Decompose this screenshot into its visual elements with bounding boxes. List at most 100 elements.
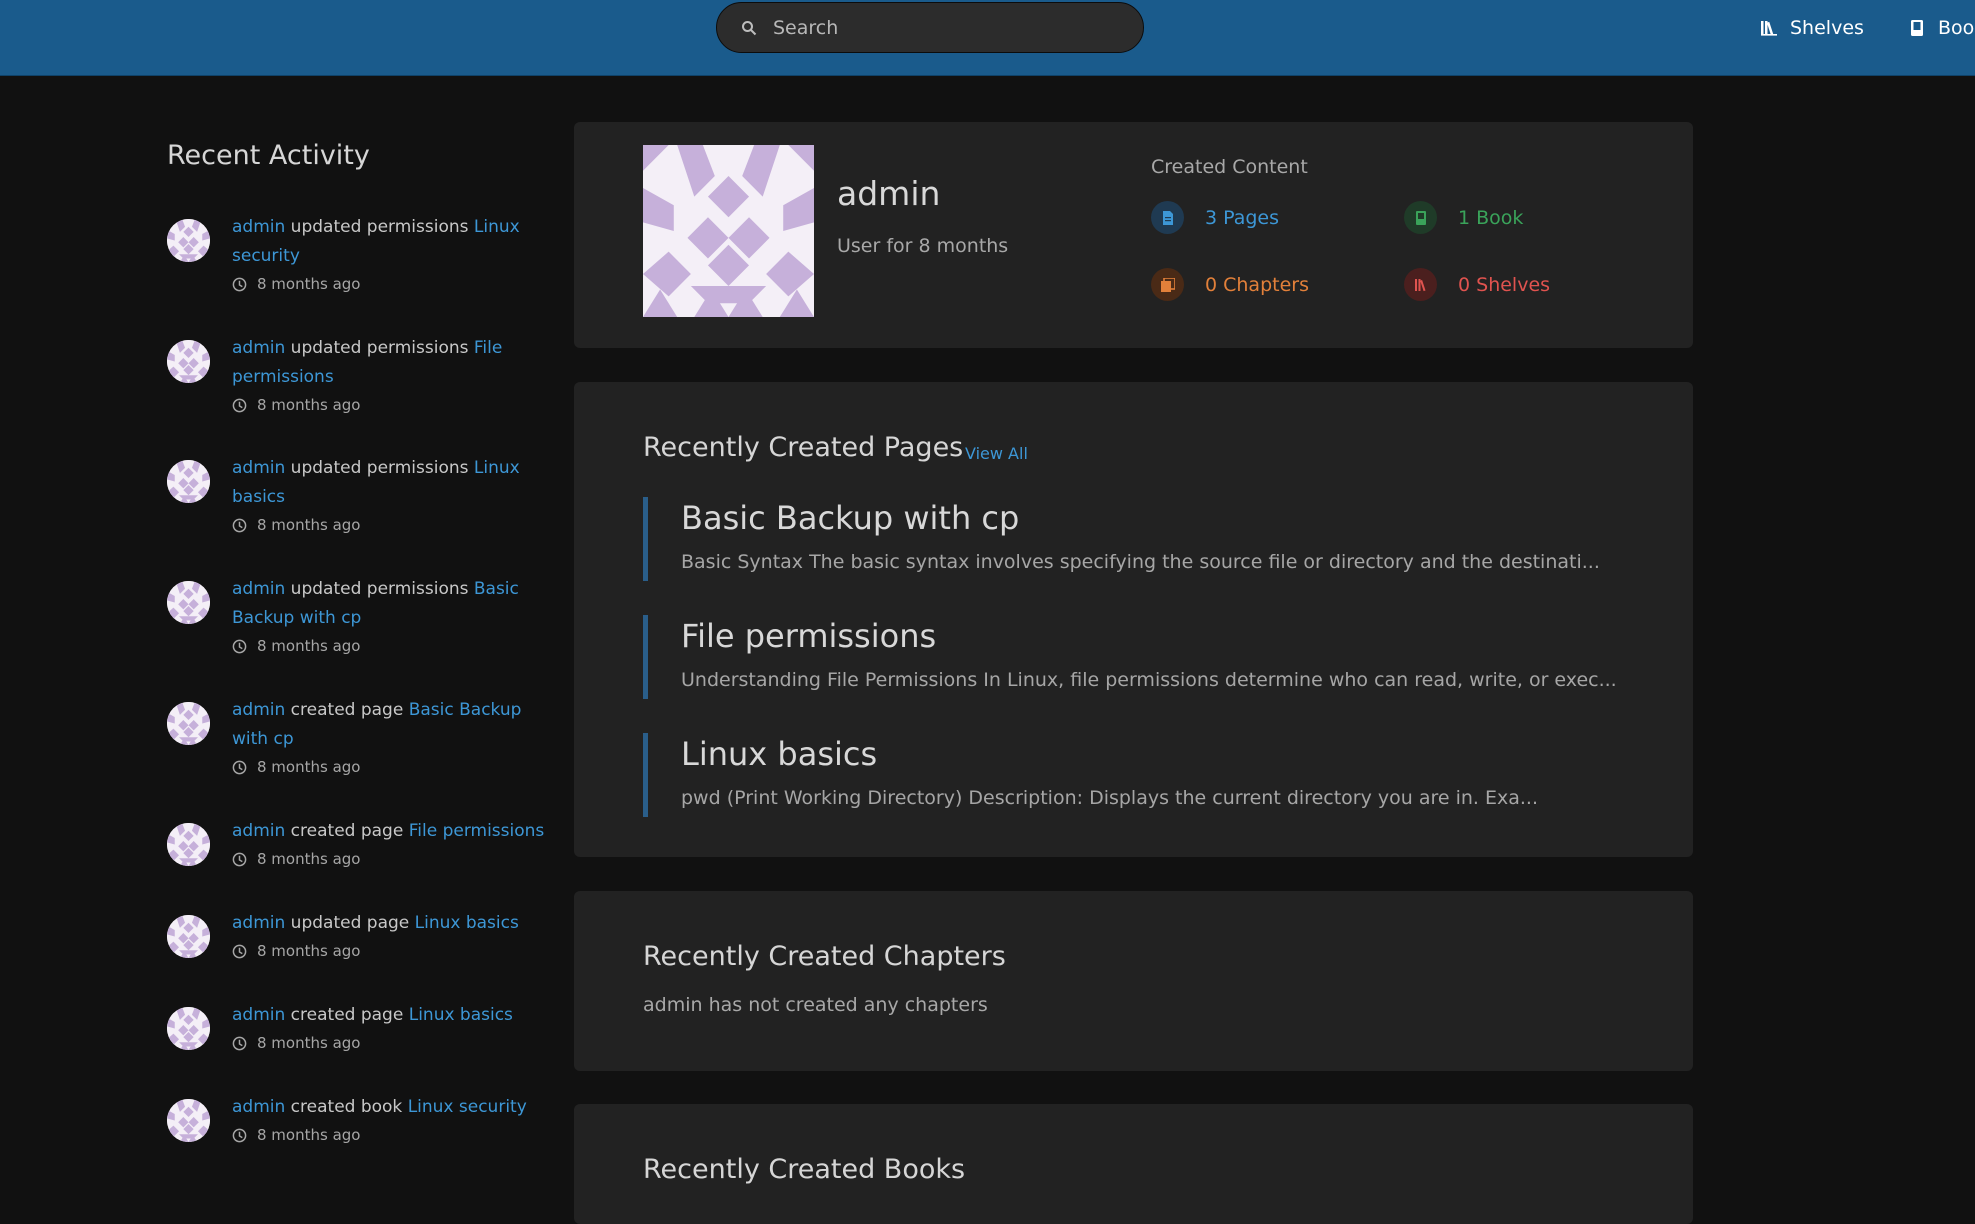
activity-time-label: 8 months ago (257, 516, 361, 534)
clock-icon (232, 639, 247, 653)
chapters-empty-message: admin has not created any chapters (643, 994, 988, 1016)
avatar[interactable] (167, 915, 210, 958)
stat-books[interactable]: 1 Book (1404, 201, 1523, 234)
activity-time: 8 months ago (232, 275, 547, 293)
activity-item: admin created page File permissions 8 mon… (167, 817, 547, 868)
stat-shelves-label: 0 Shelves (1458, 273, 1551, 296)
activity-action: updated permissions (285, 458, 474, 478)
activity-target-link[interactable]: Linux basics (409, 1005, 513, 1025)
activity-time: 8 months ago (232, 516, 547, 534)
activity-item: admin updated permissions Linux security… (167, 213, 547, 293)
activity-item: admin updated page Linux basics 8 months … (167, 909, 547, 960)
activity-user-link[interactable]: admin (232, 338, 285, 358)
activity-text: admin updated page Linux basics (232, 909, 547, 938)
activity-user-link[interactable]: admin (232, 700, 285, 720)
top-header: Shelves Books (0, 0, 1975, 76)
activity-item: admin updated permissions Linux basics 8 … (167, 454, 547, 534)
page-title[interactable]: File permissions (681, 617, 1633, 655)
stat-chapters-label: 0 Chapters (1205, 273, 1309, 296)
profile-name: admin (837, 174, 941, 213)
page-title[interactable]: Linux basics (681, 735, 1633, 773)
activity-user-link[interactable]: admin (232, 1005, 285, 1025)
activity-user-link[interactable]: admin (232, 458, 285, 478)
page-item[interactable]: Linux basics pwd (Print Working Director… (643, 733, 1633, 817)
avatar[interactable] (167, 1007, 210, 1050)
shelves-icon (1761, 21, 1777, 36)
activity-action: created page (285, 700, 409, 720)
activity-target-link[interactable]: Linux security (408, 1097, 527, 1117)
avatar[interactable] (167, 581, 210, 624)
clock-icon (232, 852, 247, 866)
avatar[interactable] (167, 460, 210, 503)
activity-time-label: 8 months ago (257, 942, 361, 960)
avatar[interactable] (167, 823, 210, 866)
activity-time-label: 8 months ago (257, 758, 361, 776)
created-content-title: Created Content (1151, 156, 1308, 178)
activity-target-link[interactable]: Linux basics (415, 913, 519, 933)
recent-chapters-title: Recently Created Chapters (643, 941, 1006, 972)
recent-chapters-card: Recently Created Chapters admin has not … (574, 891, 1693, 1071)
avatar[interactable] (167, 702, 210, 745)
nav-books-label: Books (1938, 17, 1975, 39)
profile-member-since: User for 8 months (837, 235, 1009, 257)
activity-text: admin updated permissions File permissio… (232, 334, 547, 392)
recent-pages-card: Recently Created Pages View All Basic Ba… (574, 382, 1693, 857)
activity-target-link[interactable]: File permissions (409, 821, 545, 841)
activity-user-link[interactable]: admin (232, 217, 285, 237)
activity-user-link[interactable]: admin (232, 913, 285, 933)
recent-books-title: Recently Created Books (643, 1154, 966, 1185)
page-title[interactable]: Basic Backup with cp (681, 499, 1633, 537)
activity-user-link[interactable]: admin (232, 821, 285, 841)
activity-user-link[interactable]: admin (232, 1097, 285, 1117)
activity-item: admin updated permissions File permissio… (167, 334, 547, 414)
activity-time-label: 8 months ago (257, 1034, 361, 1052)
activity-time-label: 8 months ago (257, 637, 361, 655)
page-excerpt: pwd (Print Working Directory) Descriptio… (681, 787, 1539, 809)
page-excerpt: Understanding File Permissions In Linux,… (681, 669, 1617, 691)
recent-books-card: Recently Created Books (574, 1104, 1693, 1224)
activity-action: updated permissions (285, 217, 474, 237)
activity-user-link[interactable]: admin (232, 579, 285, 599)
activity-text: admin created page File permissions (232, 817, 547, 846)
avatar[interactable] (167, 219, 210, 262)
search-input[interactable] (773, 16, 1113, 39)
avatar[interactable] (167, 340, 210, 383)
page-item[interactable]: File permissions Understanding File Perm… (643, 615, 1633, 699)
activity-text: admin updated permissions Linux security (232, 213, 547, 271)
view-all-link[interactable]: View All (965, 444, 1028, 463)
stat-chapters[interactable]: 0 Chapters (1151, 268, 1309, 301)
nav-shelves[interactable]: Shelves (1760, 14, 1864, 42)
activity-text: admin updated permissions Linux basics (232, 454, 547, 512)
recent-activity-title: Recent Activity (167, 140, 370, 171)
activity-time-label: 8 months ago (257, 396, 361, 414)
page-item[interactable]: Basic Backup with cp Basic Syntax The ba… (643, 497, 1633, 581)
activity-item: admin updated permissions Basic Backup w… (167, 575, 547, 655)
activity-text: admin created page Linux basics (232, 1001, 547, 1030)
activity-item: admin created page Linux basics 8 months … (167, 1001, 547, 1052)
stat-pages-label: 3 Pages (1205, 206, 1280, 229)
nav-books[interactable]: Books (1908, 14, 1975, 42)
profile-card: admin User for 8 months Created Content … (574, 122, 1693, 348)
clock-icon (232, 944, 247, 958)
stat-pages[interactable]: 3 Pages (1151, 201, 1279, 234)
search-bar[interactable] (716, 2, 1144, 53)
clock-icon (232, 1036, 247, 1050)
activity-time: 8 months ago (232, 1034, 547, 1052)
nav-shelves-label: Shelves (1790, 17, 1864, 39)
stat-books-label: 1 Book (1458, 206, 1524, 229)
clock-icon (232, 518, 247, 532)
activity-action: updated permissions (285, 579, 474, 599)
activity-action: updated permissions (285, 338, 474, 358)
recent-activity-panel: Recent Activity admin updated permission… (167, 140, 547, 1144)
activity-time-label: 8 months ago (257, 1126, 361, 1144)
activity-time: 8 months ago (232, 850, 547, 868)
stat-shelves[interactable]: 0 Shelves (1404, 268, 1550, 301)
book-icon (1404, 201, 1437, 234)
clock-icon (232, 1128, 247, 1142)
page-icon (1151, 201, 1184, 234)
avatar[interactable] (167, 1099, 210, 1142)
clock-icon (232, 398, 247, 412)
activity-text: admin updated permissions Basic Backup w… (232, 575, 547, 633)
recent-pages-title: Recently Created Pages (643, 432, 964, 463)
activity-time: 8 months ago (232, 396, 547, 414)
